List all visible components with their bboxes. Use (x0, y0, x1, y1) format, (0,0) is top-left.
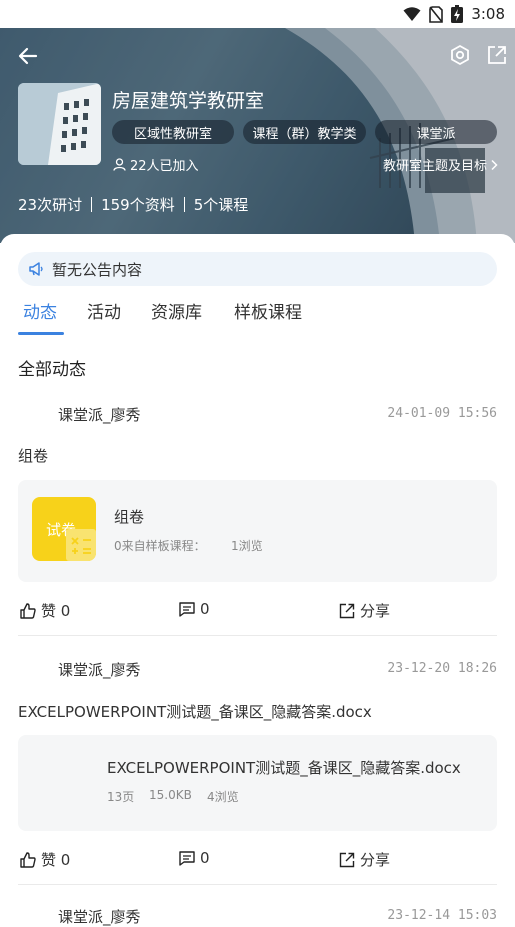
stat-courses[interactable]: 5个课程 (194, 194, 249, 215)
calculator-icon (66, 529, 96, 561)
like-button[interactable]: 赞 0 (20, 600, 70, 621)
announcement-text: 暂无公告内容 (52, 260, 143, 279)
like-count: 赞 0 (41, 602, 71, 620)
post-time: 23-12-14 15:03 (387, 908, 497, 923)
post-text: 组卷 (18, 447, 49, 465)
comment-button[interactable]: 0 (179, 600, 210, 618)
chevron-right-icon (491, 159, 498, 170)
post-actions: 赞 0 0 分享 (0, 849, 515, 873)
back-arrow-icon[interactable] (16, 44, 40, 68)
members-count: 22人已加入 (113, 155, 199, 174)
post-author[interactable]: 课堂派_廖秀 (58, 404, 141, 425)
stat-discussions[interactable]: 23次研讨 (18, 194, 82, 215)
card-pages: 13页 (107, 790, 135, 804)
post-divider (18, 884, 497, 885)
post-author[interactable]: 课堂派_廖秀 (58, 906, 141, 927)
post-divider (18, 635, 497, 636)
post-author[interactable]: 课堂派_廖秀 (58, 659, 141, 680)
comment-icon (179, 602, 195, 617)
post-text: EXCELPOWERPOINT测试题_备课区_隐藏答案.docx (18, 703, 372, 721)
post-time: 24-01-09 15:56 (387, 406, 497, 421)
tab-events[interactable]: 活动 (87, 298, 121, 323)
share-button[interactable]: 分享 (339, 849, 390, 870)
person-icon (113, 158, 126, 171)
post-actions: 赞 0 0 分享 (0, 600, 515, 624)
battery-charging-icon (451, 5, 464, 23)
tab-sample-courses[interactable]: 样板课程 (234, 298, 302, 323)
comment-count: 0 (200, 849, 210, 867)
stat-divider (91, 197, 93, 212)
share-external-icon[interactable] (486, 44, 508, 66)
announcement-bar[interactable]: 暂无公告内容 (18, 252, 497, 286)
content-sheet: 暂无公告内容 动态 活动 资源库 样板课程 全部动态 课堂派_廖秀 24-01-… (0, 234, 515, 926)
like-button[interactable]: 赞 0 (20, 849, 70, 870)
document-card[interactable]: EXCELPOWERPOINT测试题_备课区_隐藏答案.docx 13页 15.… (18, 735, 497, 831)
share-button[interactable]: 分享 (339, 600, 390, 621)
room-stats: 23次研讨 159个资料 5个课程 (18, 194, 248, 215)
tag-region: 区域性教研室 (112, 120, 234, 144)
share-icon (339, 852, 355, 867)
active-tab-indicator (18, 332, 64, 335)
room-title: 房屋建筑学教研室 (112, 90, 265, 112)
status-bar: 3:08 (0, 0, 515, 28)
tab-resources[interactable]: 资源库 (151, 298, 202, 323)
share-label: 分享 (360, 851, 391, 869)
no-sim-icon (429, 5, 444, 23)
status-time: 3:08 (471, 5, 505, 23)
wifi-icon (403, 7, 421, 21)
comment-count: 0 (200, 600, 210, 618)
room-cover-image (18, 83, 101, 165)
card-title: EXCELPOWERPOINT测试题_备课区_隐藏答案.docx (107, 759, 461, 777)
card-size: 15.0KB (149, 788, 192, 802)
quiz-thumbnail: 试卷 (32, 497, 96, 561)
tab-bar: 动态 活动 资源库 样板课程 (0, 298, 515, 338)
settings-icon[interactable] (449, 44, 471, 66)
tag-course-type: 课程（群）教学类 (243, 120, 366, 144)
card-views: 4浏览 (207, 790, 239, 804)
section-title: 全部动态 (18, 360, 86, 380)
megaphone-icon (29, 262, 43, 276)
thumbs-up-icon (20, 851, 36, 868)
card-source: 0来自样板课程： (114, 539, 206, 553)
post-time: 23-12-20 18:26 (387, 661, 497, 676)
quiz-card[interactable]: 试卷 组卷 0来自样板课程： 1浏览 (18, 480, 497, 582)
like-count: 赞 0 (41, 851, 71, 869)
card-title: 组卷 (114, 508, 145, 526)
comment-icon (179, 851, 195, 866)
share-label: 分享 (360, 602, 391, 620)
theme-goals-label: 教研室主题及目标 (383, 159, 488, 174)
header-banner: 房屋建筑学教研室 区域性教研室 课程（群）教学类 课堂派 22人已加入 教研室主… (0, 28, 515, 243)
stat-materials[interactable]: 159个资料 (101, 194, 175, 215)
share-icon (339, 603, 355, 618)
theme-goals-link[interactable]: 教研室主题及目标 (383, 155, 499, 174)
members-text: 22人已加入 (130, 159, 199, 174)
tag-platform: 课堂派 (375, 120, 497, 144)
thumbs-up-icon (20, 602, 36, 619)
comment-button[interactable]: 0 (179, 849, 210, 867)
stat-divider (183, 197, 185, 212)
card-views: 1浏览 (231, 539, 263, 553)
tab-activity-feed[interactable]: 动态 (23, 298, 57, 323)
